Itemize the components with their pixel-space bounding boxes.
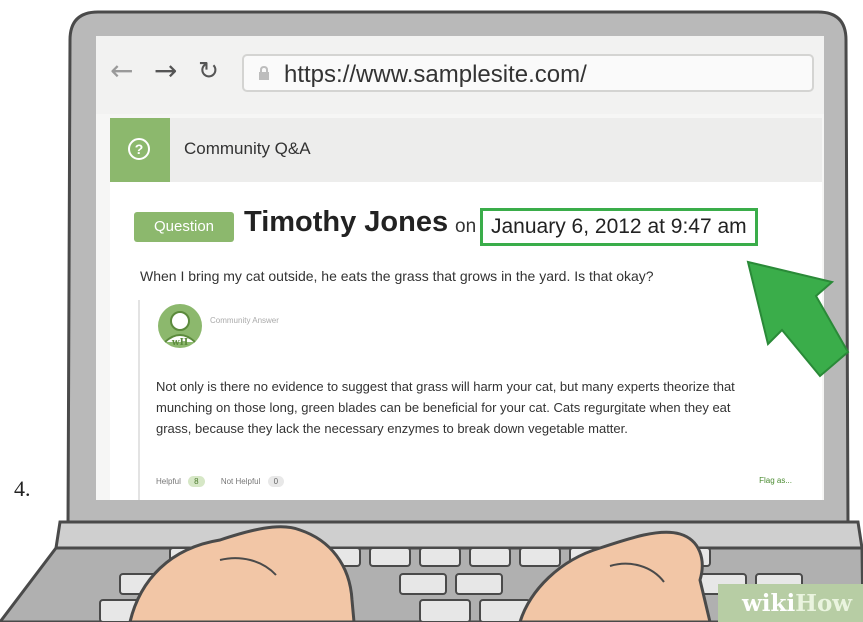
- on-label: on: [455, 216, 477, 237]
- flag-link[interactable]: Flag as...: [759, 476, 792, 485]
- address-bar[interactable]: https://www.samplesite.com/: [242, 54, 814, 92]
- community-qa-header: ? Community Q&A: [110, 118, 822, 182]
- question-badge: Question: [134, 212, 234, 242]
- answer-text: Not only is there no evidence to suggest…: [156, 379, 735, 436]
- helpful-row: Helpful 8 Not Helpful 0: [156, 476, 298, 487]
- reload-icon[interactable]: ↻: [198, 57, 219, 85]
- not-helpful-count: 0: [267, 476, 285, 487]
- browser-toolbar: ← → ↻ https://www.samplesite.com/: [96, 36, 824, 114]
- forward-arrow-icon[interactable]: →: [154, 57, 177, 85]
- question-author[interactable]: Timothy Jones: [244, 206, 448, 239]
- answer-divider: [138, 300, 140, 500]
- lock-icon: [259, 66, 269, 80]
- wikihow-watermark: wikiHow: [718, 584, 863, 622]
- community-answer-label: Community Answer: [210, 316, 279, 325]
- browser-screen: ← → ↻ https://www.samplesite.com/ ? Comm…: [96, 36, 824, 500]
- watermark-wiki: wiki: [742, 590, 796, 617]
- helpful-label[interactable]: Helpful: [156, 477, 181, 486]
- community-avatar-icon: wH: [158, 304, 202, 348]
- back-arrow-icon[interactable]: ←: [110, 57, 133, 85]
- question-text: When I bring my cat outside, he eats the…: [140, 268, 654, 284]
- qa-icon-box: ?: [110, 118, 170, 182]
- qa-title: Community Q&A: [184, 139, 311, 158]
- not-helpful-label[interactable]: Not Helpful: [221, 477, 261, 486]
- url-text: https://www.samplesite.com/: [284, 61, 587, 88]
- question-panel: Question Timothy Jones on January 6, 201…: [110, 182, 822, 500]
- question-circle-icon: ?: [128, 138, 150, 160]
- avatar-text: wH: [171, 338, 189, 348]
- step-number: 4.: [14, 476, 31, 501]
- watermark-how: How: [795, 590, 853, 617]
- helpful-count: 8: [188, 476, 205, 487]
- question-date-highlighted: January 6, 2012 at 9:47 am: [480, 208, 758, 246]
